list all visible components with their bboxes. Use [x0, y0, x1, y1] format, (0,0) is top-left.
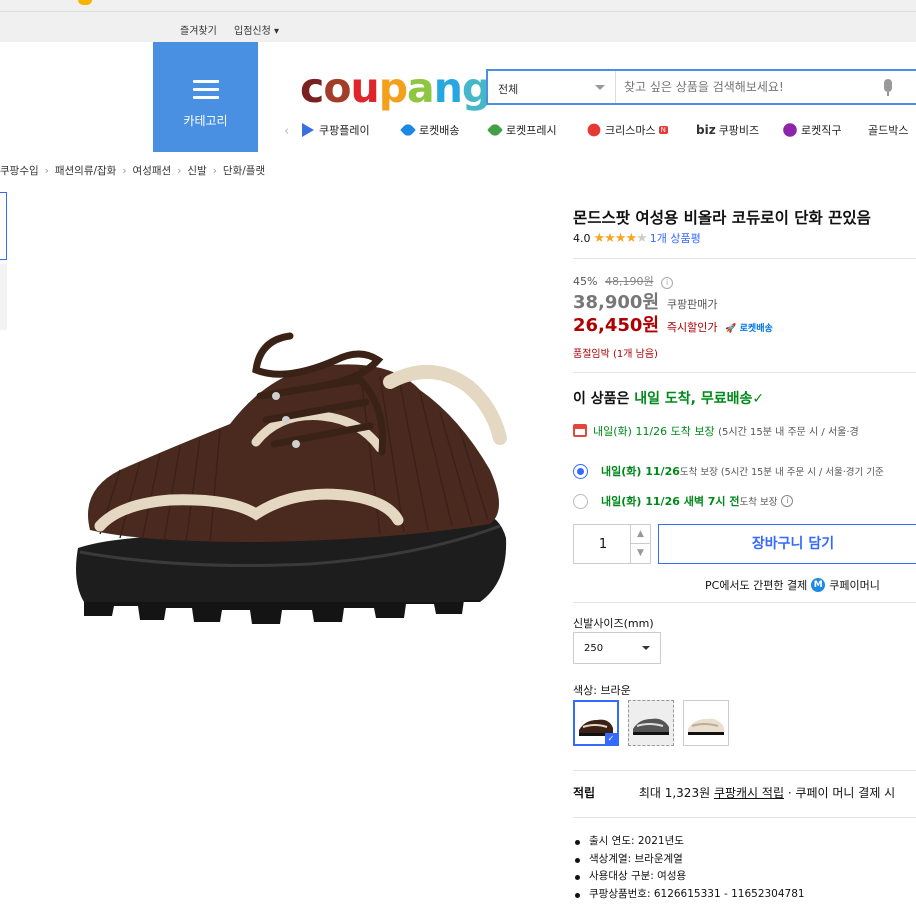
microphone-stand [887, 92, 889, 96]
divider [573, 372, 916, 373]
instant-price: 26,450원 [573, 315, 660, 336]
rocket-fresh-icon [487, 122, 503, 138]
breadcrumb-item[interactable]: 쿠팡수입 [0, 165, 39, 177]
coupang-cash-link[interactable]: 쿠팡캐시 적립 [714, 786, 784, 800]
thumbnail[interactable] [0, 264, 7, 330]
seller-apply-link[interactable]: 입점신청 ▾ [234, 22, 279, 37]
rocket-global-icon [783, 123, 797, 137]
quantity-stepper: 1 ▲ ▼ [573, 524, 651, 564]
thumbnail-selected[interactable] [0, 192, 7, 260]
color-swatch-brown[interactable]: ✓ [573, 700, 619, 746]
divider [573, 817, 916, 818]
spec-list: 출시 연도: 2021년도 색상계열: 브라운계열 사용대상 구분: 여성용 쿠… [573, 833, 805, 903]
rating: 4.0 ★★★★★ 1개 상품평 [573, 230, 701, 246]
size-select[interactable]: 250 [573, 632, 661, 664]
coupang-logo[interactable]: coupang [300, 64, 491, 112]
coupang-play-icon [302, 123, 314, 137]
sale-price-label: 쿠팡판매가 [666, 298, 718, 311]
points-row: 적립 최대 1,323원 쿠팡캐시 적립 · 쿠페이 머니 결제 시 [573, 786, 896, 800]
bookmark-link[interactable]: 즐겨찾기 [180, 22, 217, 37]
stock-note: 품절임박 (1개 남음) [573, 349, 658, 360]
quicknav-item-rocket[interactable]: 로켓배송 [400, 122, 459, 138]
color-swatch-gray[interactable] [628, 700, 674, 746]
rocket-icon [400, 122, 416, 138]
quantity-down-icon[interactable]: ▼ [631, 544, 650, 563]
quicknav-item-biz[interactable]: biz 쿠팡비즈 [696, 122, 759, 138]
instant-price-label: 즉시할인가 [666, 321, 718, 334]
divider [573, 770, 916, 771]
original-price: 48,190원 [604, 275, 654, 288]
chevron-right-icon: › [212, 165, 217, 177]
category-label: 카테고리 [183, 114, 228, 128]
star-rating-icon: ★★★★★ [593, 230, 648, 246]
quicknav-item-christmas[interactable]: 크리스마스 N [586, 122, 668, 138]
category-menu-button[interactable]: 카테고리 [153, 42, 258, 152]
coupay-icon: M [811, 578, 826, 592]
color-swatch-beige[interactable] [683, 700, 729, 746]
divider [573, 258, 916, 259]
utility-bar: 즐겨찾기 입점신청 ▾ [0, 12, 916, 42]
divider [573, 602, 916, 603]
quicknav-item-coupang-play[interactable]: 쿠팡플레이 [302, 122, 370, 138]
size-label: 신발사이즈(mm) [573, 617, 654, 630]
radio-unselected[interactable] [573, 493, 588, 509]
delivery-option-tomorrow[interactable]: 내일(화) 11/26 도착 보장 (5시간 15분 내 주문 시 / 서울·경… [573, 463, 884, 479]
review-count-link[interactable]: 1개 상품평 [650, 230, 701, 246]
product-title: 몬드스팟 여성용 비올라 코듀로이 단화 끈있음 [573, 209, 871, 227]
add-to-cart-button[interactable]: 장바구니 담기 [658, 524, 916, 564]
sale-price: 38,900원 [573, 292, 660, 313]
top-mark-icon [78, 0, 92, 5]
breadcrumb-item[interactable]: 신발 [187, 165, 206, 177]
product-main-image [76, 332, 507, 624]
new-badge: N [658, 126, 668, 134]
hamburger-icon [193, 80, 219, 104]
points-label: 적립 [573, 786, 596, 800]
check-icon: ✓ [752, 391, 765, 407]
breadcrumb-item[interactable]: 패션의류/잡화 [55, 165, 117, 177]
info-icon[interactable]: i [781, 495, 794, 507]
rating-value: 4.0 [573, 231, 591, 245]
quantity-up-icon[interactable]: ▲ [631, 525, 650, 544]
thumbnail-strip [0, 192, 7, 330]
santa-icon [587, 123, 601, 137]
chevron-right-icon: › [44, 165, 49, 177]
discount-rate: 45% [573, 275, 598, 288]
breadcrumb-item[interactable]: 단화/플랫 [223, 165, 265, 177]
color-label: 색상: 브라운 [573, 684, 631, 697]
list-item: 사용대상 구분: 여성용 [573, 868, 805, 886]
shipping-headline: 이 상품은 내일 도착, 무료배송✓ [573, 391, 765, 407]
microphone-icon[interactable] [884, 79, 892, 92]
search-input[interactable] [624, 77, 874, 97]
quicknav-item-goldbox[interactable]: 골드박스 [868, 122, 908, 138]
selected-check-icon: ✓ [605, 733, 617, 744]
chevron-down-icon [642, 646, 650, 650]
chevron-right-icon: › [177, 165, 182, 177]
biz-icon: biz [696, 123, 716, 137]
search-category-select[interactable]: 전체 [488, 71, 616, 103]
delivery-guarantee: 내일(화) 11/26 도착 보장 (5시간 15분 내 주문 시 / 서울·경 [573, 423, 859, 439]
discount-row: 45% 48,190원 i [573, 273, 674, 289]
chevron-down-icon [595, 85, 605, 90]
list-item: 출시 연도: 2021년도 [573, 833, 805, 851]
search-bar: 전체 [486, 69, 916, 105]
calendar-icon [573, 424, 587, 437]
pc-pay-note: PC에서도 간편한 결제 M 쿠페이머니 [705, 578, 880, 592]
chevron-left-icon[interactable]: ‹ [284, 124, 289, 139]
rocket-delivery-badge: 🚀 로켓배송 [725, 324, 773, 334]
quicknav-item-rocket-global[interactable]: 로켓직구 [782, 122, 841, 138]
browser-top-strip [0, 0, 916, 12]
quantity-input[interactable]: 1 [574, 537, 632, 552]
list-item: 쿠팡상품번호: 6126615331 - 11652304781 [573, 886, 805, 904]
breadcrumb: 쿠팡수입 › 패션의류/잡화 › 여성패션 › 신발 › 단화/플랫 [0, 163, 265, 178]
instant-price-row: 26,450원 즉시할인가 🚀 로켓배송 [573, 311, 773, 337]
list-item: 색상계열: 브라운계열 [573, 851, 805, 869]
chevron-right-icon: › [122, 165, 127, 177]
breadcrumb-item[interactable]: 여성패션 [133, 165, 172, 177]
delivery-option-dawn[interactable]: 내일(화) 11/26 새벽 7시 전 도착 보장 i [573, 493, 794, 509]
quicknav-item-rocket-fresh[interactable]: 로켓프레시 [487, 122, 557, 138]
radio-selected[interactable] [573, 463, 588, 479]
